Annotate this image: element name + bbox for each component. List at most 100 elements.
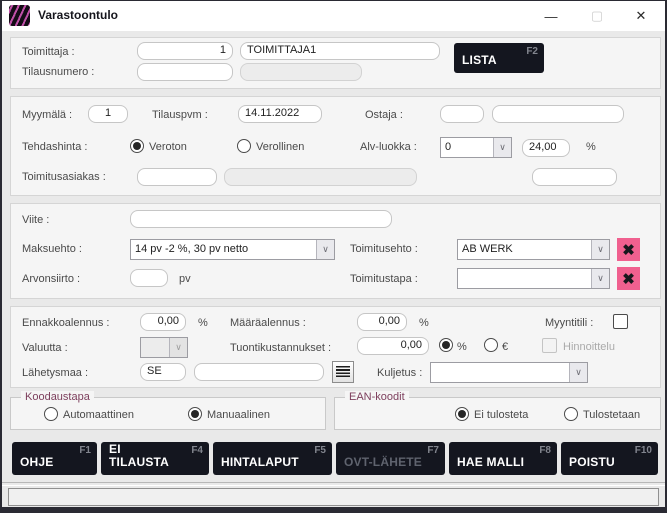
chevron-down-icon: ∨ [169, 338, 187, 357]
ostaja-name-field[interactable] [492, 105, 624, 123]
pv-label: pv [179, 273, 191, 285]
ohje-button-fkey: F1 [79, 445, 91, 456]
ei-tulosteta-label: Ei tulosteta [474, 409, 528, 421]
automaattinen-label: Automaattinen [63, 409, 134, 421]
tilauspvm-field[interactable]: 14.11.2022 [238, 105, 322, 123]
verollinen-label: Verollinen [256, 141, 304, 153]
close-button[interactable]: ✕ [625, 3, 657, 29]
maaraalennus-field[interactable]: 0,00 [357, 313, 407, 331]
lista-button[interactable]: LISTA F2 [454, 43, 544, 73]
maksuehto-select[interactable]: 14 pv -2 %, 30 pv netto ∨ [130, 239, 335, 260]
poistu-button-fkey: F10 [635, 445, 652, 456]
tuontikustannukset-euro-radio[interactable] [484, 338, 498, 352]
tulostetaan-radio[interactable] [564, 407, 578, 421]
hae-malli-button-fkey: F8 [539, 445, 551, 456]
hintalaput-button-fkey: F5 [314, 445, 326, 456]
ovt-lahete-button-fkey: F7 [427, 445, 439, 456]
ovt-lahete-button: OVT-LÄHETE F7 [336, 442, 445, 475]
app-window: Varastoontulo — ▢ ✕ Toimittaja : 1 TOIMI… [0, 0, 667, 513]
clear-toimitustapa-button[interactable]: ✖ [617, 267, 640, 290]
automaattinen-radio[interactable] [44, 407, 58, 421]
tuontikustannukset-label: Tuontikustannukset : [230, 342, 331, 354]
ei-tilausta-button-fkey: F4 [191, 445, 203, 456]
toimittaja-name-field[interactable]: TOIMITTAJA1 [240, 42, 440, 60]
ohje-button-label: OHJE [20, 456, 53, 469]
chevron-down-icon: ∨ [493, 138, 511, 157]
poistu-button[interactable]: POISTU F10 [561, 442, 658, 475]
ostaja-label: Ostaja : [365, 109, 403, 121]
toimitusehto-select[interactable]: AB WERK ∨ [457, 239, 610, 260]
alv-percent-sign: % [586, 141, 596, 153]
kuljetus-label: Kuljetus : [377, 367, 422, 379]
app-icon [9, 5, 30, 26]
hae-malli-button[interactable]: HAE MALLI F8 [449, 442, 557, 475]
ovt-lahete-button-label: OVT-LÄHETE [344, 456, 422, 469]
myyntitili-label: Myyntitili : [545, 317, 593, 329]
kuljetus-value [431, 363, 569, 382]
maksuehto-value: 14 pv -2 %, 30 pv netto [131, 240, 316, 259]
alv-percent-field[interactable]: 24,00 [522, 139, 570, 157]
chevron-down-icon: ∨ [591, 240, 609, 259]
toimittaja-label: Toimittaja : [22, 46, 75, 58]
maaraalennus-label: Määräalennus : [230, 317, 306, 329]
toimitusasiakas-code-field[interactable] [137, 168, 217, 186]
arvonsiirto-field[interactable] [130, 269, 168, 287]
ei-tulosteta-radio[interactable] [455, 407, 469, 421]
toimitustapa-value [458, 269, 591, 288]
ohje-button[interactable]: OHJE F1 [12, 442, 97, 475]
manuaalinen-radio[interactable] [188, 407, 202, 421]
toimitustapa-select[interactable]: ∨ [457, 268, 610, 289]
viite-field[interactable] [130, 210, 392, 228]
toimittaja-code-field[interactable]: 1 [137, 42, 233, 60]
lahetysmaa-name-field[interactable] [194, 363, 324, 381]
hintalaput-button[interactable]: HINTALAPUT F5 [213, 442, 332, 475]
title-bar: Varastoontulo — ▢ ✕ [2, 1, 665, 31]
toimitusasiakas-label: Toimitusasiakas : [22, 171, 106, 183]
ei-tilausta-button-label: EI TILAUSTA [109, 443, 179, 469]
maaraalennus-percent-sign: % [419, 317, 429, 329]
tilausnumero-label: Tilausnumero : [22, 66, 94, 78]
alv-luokka-value: 0 [441, 138, 493, 157]
toimitusehto-label: Toimitusehto : [350, 243, 418, 255]
ei-tilausta-button[interactable]: EI TILAUSTA F4 [101, 442, 209, 475]
minimize-button[interactable]: — [535, 3, 567, 29]
maximize-button: ▢ [581, 3, 613, 29]
chevron-down-icon: ∨ [591, 269, 609, 288]
tilausnumero-name-field [240, 63, 362, 81]
chevron-down-icon: ∨ [316, 240, 334, 259]
chevron-down-icon: ∨ [569, 363, 587, 382]
ostaja-code-field[interactable] [440, 105, 484, 123]
tilauspvm-label: Tilauspvm : [152, 109, 208, 121]
status-bar [8, 488, 659, 506]
tuontikustannukset-percent-radio[interactable] [439, 338, 453, 352]
toimitusehto-value: AB WERK [458, 240, 591, 259]
hinnoittelu-label: Hinnoittelu [563, 341, 615, 353]
valuutta-value [141, 338, 169, 357]
window-title: Varastoontulo [38, 8, 118, 22]
kuljetus-select[interactable]: ∨ [430, 362, 588, 383]
lahetysmaa-code-field[interactable]: SE [140, 363, 186, 381]
toimitusasiakas-name-field [224, 168, 417, 186]
toimitustapa-label: Toimitustapa : [350, 273, 418, 285]
veroton-radio[interactable] [130, 139, 144, 153]
lista-button-label: LISTA [462, 54, 497, 67]
valuutta-label: Valuutta : [22, 342, 68, 354]
list-icon [336, 366, 350, 379]
country-list-button[interactable] [332, 361, 354, 383]
myyntitili-checkbox[interactable] [613, 314, 628, 329]
alv-luokka-select[interactable]: 0 ∨ [440, 137, 512, 158]
lista-button-fkey: F2 [526, 46, 538, 57]
tilausnumero-code-field[interactable] [137, 63, 233, 81]
ennakkoalennus-field[interactable]: 0,00 [140, 313, 186, 331]
tehdashinta-label: Tehdashinta : [22, 141, 87, 153]
clear-x-icon: ✖ [622, 241, 635, 259]
toimitusasiakas-extra-field[interactable] [532, 168, 617, 186]
hae-malli-button-label: HAE MALLI [457, 456, 524, 469]
manuaalinen-label: Manuaalinen [207, 409, 270, 421]
myymala-label: Myymälä : [22, 109, 72, 121]
verollinen-radio[interactable] [237, 139, 251, 153]
client-area: Varastoontulo — ▢ ✕ Toimittaja : 1 TOIMI… [2, 1, 665, 507]
clear-toimitusehto-button[interactable]: ✖ [617, 238, 640, 261]
myymala-field[interactable]: 1 [88, 105, 128, 123]
tuontikustannukset-field[interactable]: 0,00 [357, 337, 429, 355]
